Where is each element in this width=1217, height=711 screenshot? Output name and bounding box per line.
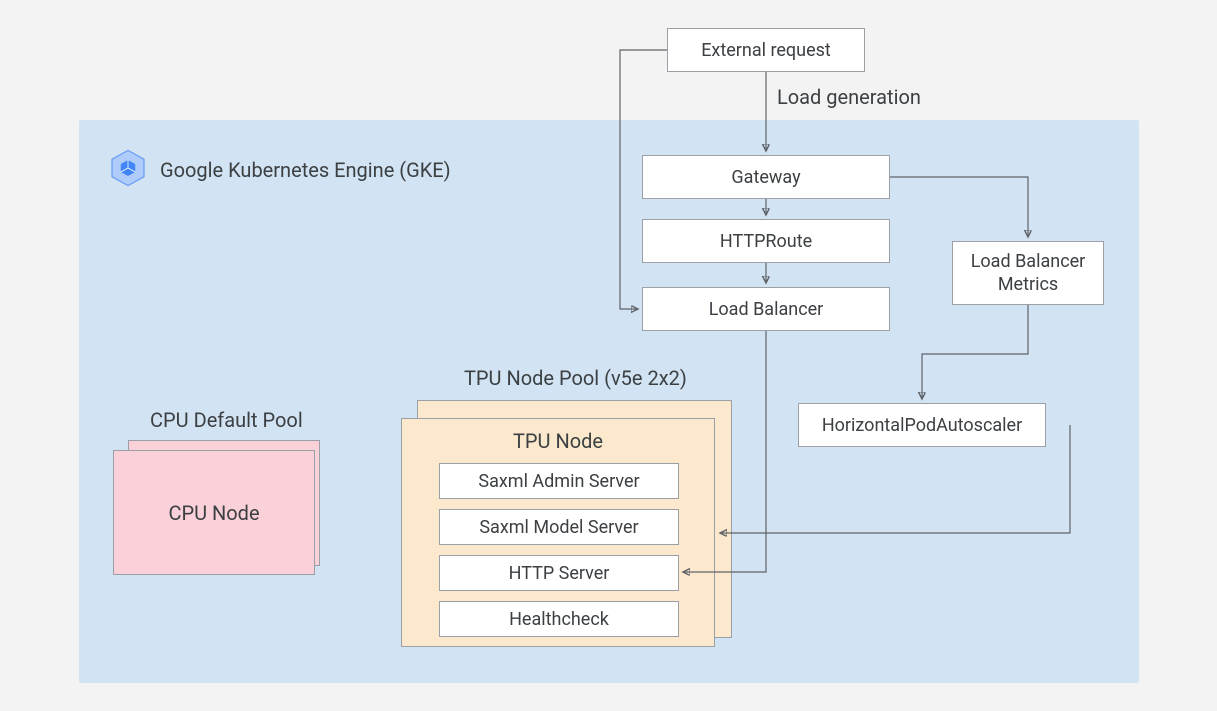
tpu-pool-label: TPU Node Pool (v5e 2x2) — [464, 366, 687, 390]
gateway-box: Gateway — [642, 155, 890, 199]
http-server-box: HTTP Server — [439, 555, 679, 591]
tpu-node-title: TPU Node — [402, 429, 714, 453]
lb-metrics-label: Load Balancer Metrics — [953, 250, 1103, 297]
saxml-model-box: Saxml Model Server — [439, 509, 679, 545]
httproute-label: HTTPRoute — [720, 231, 812, 252]
tpu-node-front: TPU Node Saxml Admin Server Saxml Model … — [401, 418, 715, 647]
load-balancer-label: Load Balancer — [709, 299, 824, 320]
httproute-box: HTTPRoute — [642, 219, 890, 263]
external-request-label: External request — [701, 40, 831, 61]
cpu-node-front: CPU Node — [113, 450, 315, 575]
external-request-box: External request — [667, 28, 865, 72]
cpu-pool-label: CPU Default Pool — [150, 408, 303, 432]
saxml-admin-box: Saxml Admin Server — [439, 463, 679, 499]
gateway-label: Gateway — [731, 167, 800, 188]
gke-icon — [108, 148, 148, 188]
cpu-node-label: CPU Node — [168, 501, 259, 525]
hpa-label: HorizontalPodAutoscaler — [822, 415, 1022, 436]
load-balancer-box: Load Balancer — [642, 287, 890, 331]
load-generation-label: Load generation — [777, 85, 921, 109]
saxml-admin-label: Saxml Admin Server — [478, 471, 639, 492]
healthcheck-label: Healthcheck — [509, 609, 609, 630]
healthcheck-box: Healthcheck — [439, 601, 679, 637]
saxml-model-label: Saxml Model Server — [479, 517, 638, 538]
http-server-label: HTTP Server — [509, 563, 610, 584]
gke-title: Google Kubernetes Engine (GKE) — [160, 158, 451, 182]
lb-metrics-box: Load Balancer Metrics — [952, 241, 1104, 305]
hpa-box: HorizontalPodAutoscaler — [798, 403, 1046, 447]
